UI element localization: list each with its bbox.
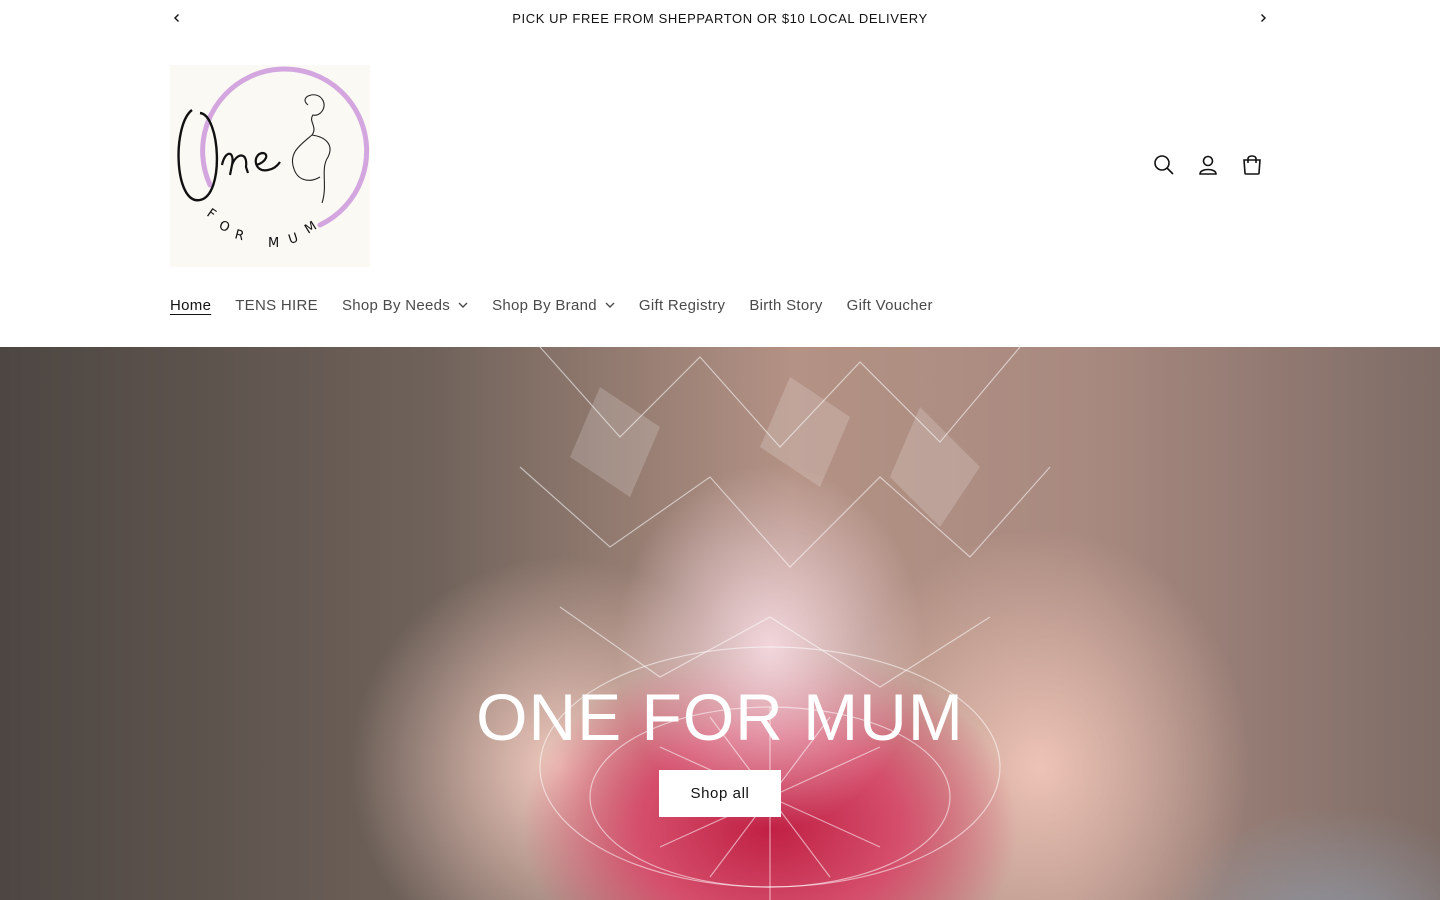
shop-all-button[interactable]: Shop all [659,770,781,817]
chevron-right-icon [1261,14,1266,22]
nav-item-shop-by-brand[interactable]: Shop By Brand [480,285,627,325]
account-icon [1199,155,1217,175]
nav-item-gift-registry[interactable]: Gift Registry [627,285,737,325]
announcement-message: PICK UP FREE FROM SHEPPARTON OR $10 LOCA… [512,10,928,26]
nav-item-label: TENS HIRE [235,296,318,314]
header-icons [1142,143,1274,187]
nav-item-shop-by-needs[interactable]: Shop By Needs [330,285,480,325]
nav-item-birth-story[interactable]: Birth Story [737,285,834,325]
hero-image [519,347,1051,900]
account-button[interactable] [1186,143,1230,187]
nav-item-label: Shop By Needs [341,296,451,314]
logo-image: F O R M U M [177,66,370,251]
svg-text:U: U [287,231,301,248]
chevron-down-icon [605,302,615,309]
nav-item-tens-hire[interactable]: TENS HIRE [223,285,330,325]
hero-banner: ONE FOR MUM Shop all [0,347,1440,900]
announcement-bar: PICK UP FREE FROM SHEPPARTON OR $10 LOCA… [0,0,1440,36]
nav-item-label: Gift Registry [638,296,726,314]
announcement-next-button[interactable] [1253,8,1273,28]
svg-text:M: M [268,236,279,251]
nav-item-label: Birth Story [749,296,823,314]
chevron-down-icon [458,302,468,309]
svg-text:O: O [216,218,232,236]
cart-icon [1243,155,1261,175]
svg-text:R: R [233,227,246,244]
chevron-left-icon [174,14,179,22]
hero-title: ONE FOR MUM [476,680,964,754]
nav-item-label: Gift Voucher [846,296,933,314]
nav-item-label: Shop By Brand [492,296,597,314]
announcement-prev-button[interactable] [167,8,187,28]
search-icon [1154,155,1174,175]
nav-item-label: Home [170,296,212,314]
svg-text:M: M [302,219,319,238]
nav-item-home[interactable]: Home [158,285,223,325]
svg-text:F: F [204,206,219,223]
store-logo[interactable]: F O R M U M [170,65,370,267]
nav-item-gift-voucher[interactable]: Gift Voucher [835,285,945,325]
search-button[interactable] [1142,143,1186,187]
cart-button[interactable] [1230,143,1274,187]
main-nav: Home TENS HIRE Shop By Needs Shop By Bra… [158,285,945,325]
